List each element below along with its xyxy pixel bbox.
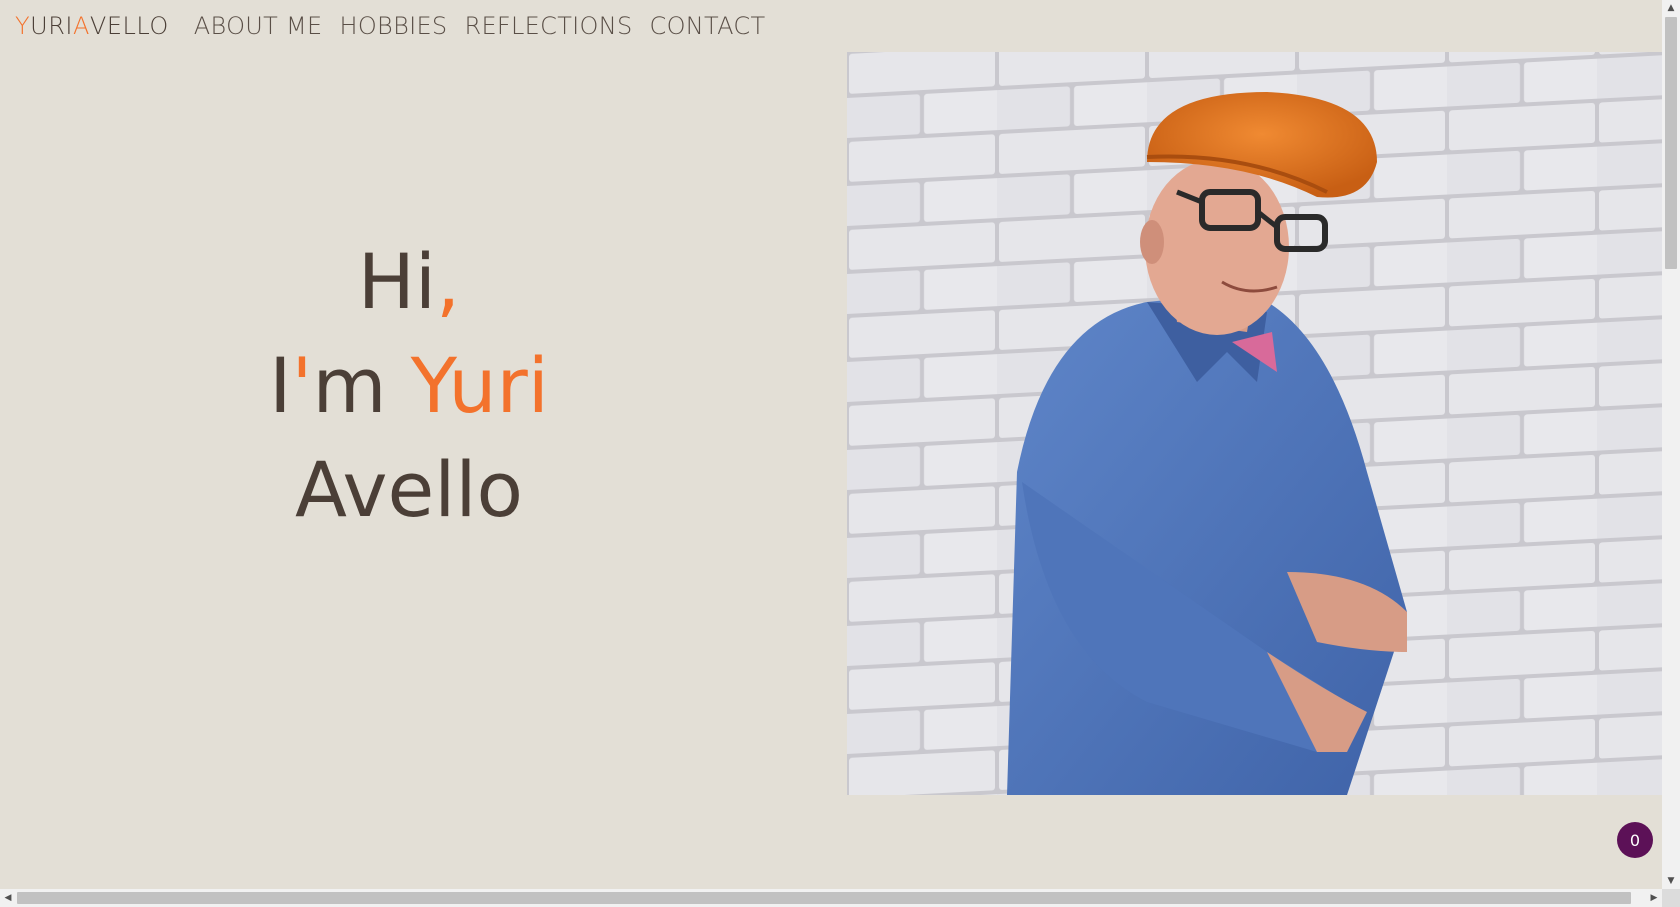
logo-text-vello: VELLO [89, 12, 169, 40]
hero-comma: , [436, 237, 461, 326]
hero-m: m [312, 341, 411, 430]
nav-hobbies[interactable]: HOBBIES [340, 12, 448, 40]
nav-contact[interactable]: CONTACT [650, 12, 766, 40]
horizontal-scroll-thumb[interactable] [17, 892, 1631, 904]
profile-photo-illustration [847, 52, 1662, 795]
notification-badge[interactable]: 0 [1617, 822, 1653, 858]
logo-letter-a: A [73, 12, 90, 40]
site-header: Y URI A VELLO ABOUT ME HOBBIES REFLECTIO… [0, 0, 1662, 52]
hero-first-name: Yuri [410, 341, 549, 430]
hero-line-greeting: Hi, [0, 230, 818, 334]
logo-letter-y: Y [15, 12, 31, 40]
hero-last-name: Avello [295, 445, 523, 534]
hero-heading: Hi, I'm Yuri Avello [0, 230, 818, 542]
logo-text-uri: URI [30, 12, 73, 40]
nav-reflections[interactable]: REFLECTIONS [464, 12, 632, 40]
profile-photo [847, 52, 1662, 795]
triangle-up-icon[interactable]: ▲ [1662, 0, 1680, 16]
hero-i: I [269, 341, 292, 430]
hero-line-name: I'm Yuri [0, 334, 818, 438]
nav-about-me[interactable]: ABOUT ME [194, 12, 323, 40]
triangle-left-icon[interactable]: ◀ [0, 889, 16, 907]
vertical-scroll-thumb[interactable] [1665, 17, 1677, 269]
vertical-scrollbar[interactable]: ▲ ▼ [1662, 0, 1680, 889]
horizontal-scrollbar[interactable]: ◀ ▶ [0, 889, 1662, 907]
main-nav: ABOUT ME HOBBIES REFLECTIONS CONTACT [194, 12, 783, 40]
triangle-down-icon[interactable]: ▼ [1662, 873, 1680, 889]
hero-apostrophe: ' [291, 341, 313, 430]
site-logo[interactable]: Y URI A VELLO [15, 12, 169, 40]
page: Y URI A VELLO ABOUT ME HOBBIES REFLECTIO… [0, 0, 1680, 907]
triangle-right-icon[interactable]: ▶ [1646, 889, 1662, 907]
hero-hi: Hi [357, 237, 437, 326]
scrollbar-corner [1662, 889, 1680, 907]
